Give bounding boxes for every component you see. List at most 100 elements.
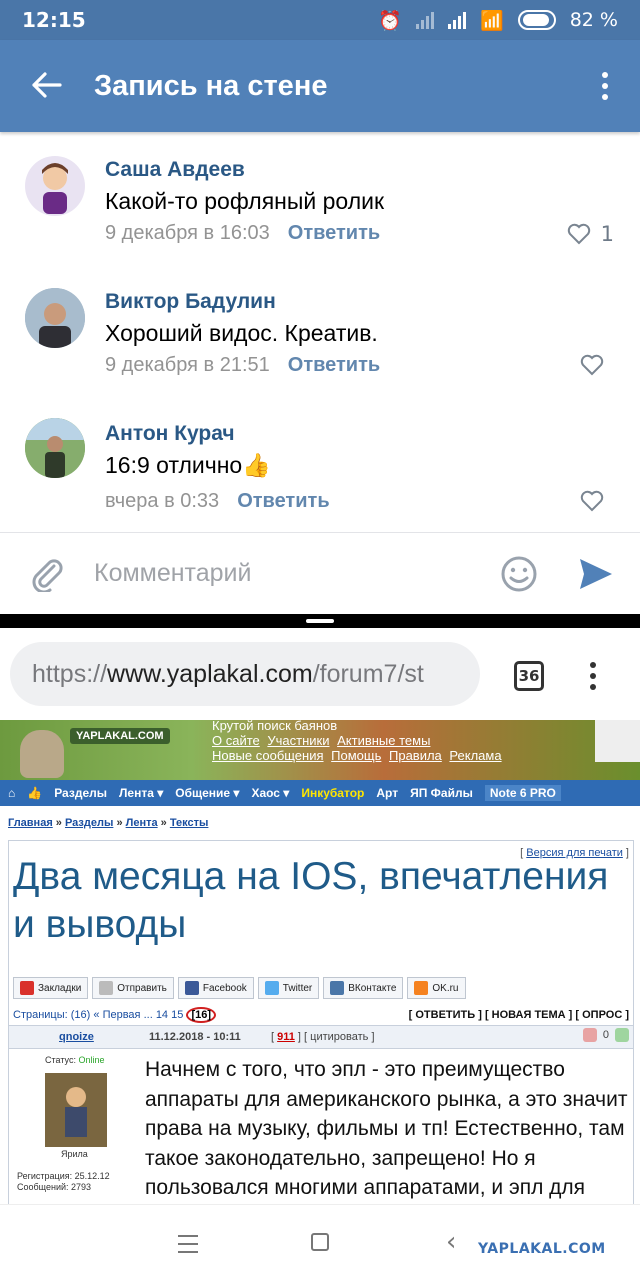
post-container: [ Версия для печати ] Два месяца на IOS,… — [8, 840, 634, 1204]
home-button-icon[interactable] — [311, 1233, 329, 1251]
more-options-icon[interactable] — [570, 72, 640, 100]
site-nav: ⌂ 👍 Разделы Лента ▾ Общение ▾ Хаос ▾ Инк… — [0, 780, 640, 806]
share-vk-button[interactable]: ВКонтакте — [323, 977, 404, 999]
avatar[interactable] — [25, 288, 85, 348]
page-current: [16] — [186, 1007, 216, 1023]
like-count: 1 — [600, 222, 614, 246]
share-facebook-button[interactable]: Facebook — [177, 977, 254, 999]
page-14-link[interactable]: 14 — [156, 1009, 168, 1021]
divider-handle[interactable] — [306, 619, 334, 623]
thumb-icon[interactable]: 👍 — [27, 786, 42, 800]
alarm-icon: ⏰ — [378, 9, 403, 32]
crumb-feed[interactable]: Лента — [126, 817, 158, 829]
vote-up-icon[interactable] — [615, 1028, 629, 1042]
nav-ad[interactable]: Note 6 PRO — [484, 785, 561, 801]
breadcrumb: Главная » Разделы » Лента » Тексты — [8, 817, 209, 829]
comment-meta: 9 декабря в 21:51 Ответить — [105, 354, 380, 377]
nav-chat[interactable]: Общение ▾ — [175, 786, 239, 800]
system-nav-bar: ‹ YAPLAKAL.COM — [0, 1204, 640, 1280]
battery-icon — [517, 10, 556, 30]
browser-menu-icon[interactable] — [590, 662, 596, 690]
post-header: qnoize 11.12.2018 - 10:11 [ 911 ] [ цити… — [9, 1025, 633, 1049]
crumb-sections[interactable]: Разделы — [65, 817, 113, 829]
emoji-icon[interactable] — [500, 555, 538, 597]
nav-feed[interactable]: Лента ▾ — [119, 786, 163, 800]
share-ok-button[interactable]: OK.ru — [407, 977, 466, 999]
comment-author[interactable]: Виктор Бадулин — [105, 290, 276, 314]
heart-icon — [580, 490, 604, 512]
link-ads[interactable]: Реклама — [449, 748, 501, 763]
crumb-home[interactable]: Главная — [8, 817, 53, 829]
quote-link[interactable]: цитировать — [310, 1031, 368, 1043]
post-rating: [ 911 ] [ цитировать ] — [271, 1031, 375, 1043]
reply-button[interactable]: Ответить — [288, 354, 380, 376]
comment-author[interactable]: Саша Авдеев — [105, 158, 245, 182]
web-page: YAPLAKAL.COM Крутой поиск баянов О сайте… — [0, 720, 640, 1204]
page-title: Запись на стене — [94, 69, 328, 102]
comment-composer: Комментарий — [0, 532, 640, 614]
link-rules[interactable]: Правила — [389, 748, 442, 763]
avatar[interactable] — [25, 156, 85, 216]
share-bookmarks-button[interactable]: Закладки — [13, 977, 89, 999]
comments-list: Саша Авдеев Какой-то рофляный ролик 9 де… — [0, 132, 640, 532]
link-active-topics[interactable]: Активные темы — [337, 733, 430, 748]
comment-text: Хороший видос. Креатив. — [105, 320, 378, 346]
link-new-messages[interactable]: Новые сообщения — [212, 748, 324, 763]
comment-input[interactable]: Комментарий — [94, 559, 251, 588]
nav-incubator[interactable]: Инкубатор — [301, 786, 364, 800]
browser-toolbar: https://www.yaplakal.com/forum7/st 36 — [0, 628, 640, 720]
page-first-link[interactable]: « Первая — [93, 1009, 140, 1021]
link-members[interactable]: Участники — [267, 733, 329, 748]
avatar[interactable] — [25, 418, 85, 478]
heart-icon — [567, 223, 590, 245]
reply-button[interactable]: Ответить — [237, 490, 329, 512]
nav-art[interactable]: Арт — [376, 786, 398, 800]
pages-label: Страницы: — [13, 1009, 68, 1021]
nav-chaos[interactable]: Хаос ▾ — [251, 786, 289, 800]
link-about[interactable]: О сайте — [212, 733, 260, 748]
url-bar[interactable]: https://www.yaplakal.com/forum7/st — [10, 642, 480, 706]
crumb-texts[interactable]: Тексты — [170, 817, 209, 829]
post-date: 11.12.2018 - 10:11 — [149, 1031, 241, 1043]
user-info: Регистрация: 25.12.12 Сообщений: 2793 — [17, 1171, 110, 1192]
comment-item: Виктор Бадулин Хороший видос. Креатив. 9… — [0, 282, 640, 412]
menu-icon[interactable] — [178, 1235, 198, 1253]
tab-switcher-button[interactable]: 36 — [514, 661, 544, 691]
site-logo[interactable]: YAPLAKAL.COM — [70, 728, 170, 744]
nav-sections[interactable]: Разделы — [54, 786, 107, 800]
link-help[interactable]: Помощь — [331, 748, 381, 763]
signal-icon — [416, 11, 435, 29]
like-button[interactable] — [580, 354, 614, 376]
paperclip-icon[interactable] — [0, 556, 94, 592]
share-bar: Закладки Отправить Facebook Twitter ВКон… — [13, 977, 466, 999]
comment-meta: вчера в 0:33 Ответить — [105, 490, 330, 513]
comment-author[interactable]: Антон Курач — [105, 422, 235, 446]
status-bar: 12:15 ⏰ 📶 82 % — [0, 0, 640, 40]
vote-down-icon[interactable] — [582, 1028, 597, 1042]
split-screen-divider[interactable] — [0, 614, 640, 628]
reply-button[interactable]: Ответить — [288, 222, 380, 244]
comment-item: Антон Курач 16:9 отлично👍 вчера в 0:33 От… — [0, 414, 640, 544]
share-email-button[interactable]: Отправить — [92, 977, 174, 999]
back-arrow-icon[interactable] — [0, 66, 94, 107]
comment-date: вчера в 0:33 — [105, 490, 220, 512]
app-header: Запись на стене — [0, 40, 640, 132]
signal-icon-2 — [448, 11, 467, 29]
wifi-icon: 📶 — [480, 9, 504, 32]
back-icon[interactable]: ‹ — [446, 1227, 456, 1257]
like-button[interactable]: 1 — [567, 222, 614, 246]
page-15-link[interactable]: 15 — [171, 1009, 183, 1021]
banner-search-link[interactable]: Крутой поиск баянов — [212, 720, 506, 733]
share-twitter-button[interactable]: Twitter — [257, 977, 320, 999]
topic-actions[interactable]: [ ОТВЕТИТЬ ] [ НОВАЯ ТЕМА ] [ ОПРОС ] — [409, 1009, 629, 1021]
nav-files[interactable]: ЯП Файлы — [410, 786, 473, 800]
rating-value[interactable]: 911 — [277, 1031, 295, 1043]
like-button[interactable] — [580, 490, 614, 512]
home-icon[interactable]: ⌂ — [8, 786, 15, 800]
post-title: Два месяца на IOS, впечатления и выводы — [13, 855, 609, 946]
comment-date: 9 декабря в 21:51 — [105, 354, 270, 376]
send-icon[interactable] — [578, 557, 614, 595]
site-banner: YAPLAKAL.COM Крутой поиск баянов О сайте… — [0, 720, 640, 780]
post-author[interactable]: qnoize — [59, 1031, 94, 1043]
user-avatar[interactable] — [45, 1073, 107, 1147]
